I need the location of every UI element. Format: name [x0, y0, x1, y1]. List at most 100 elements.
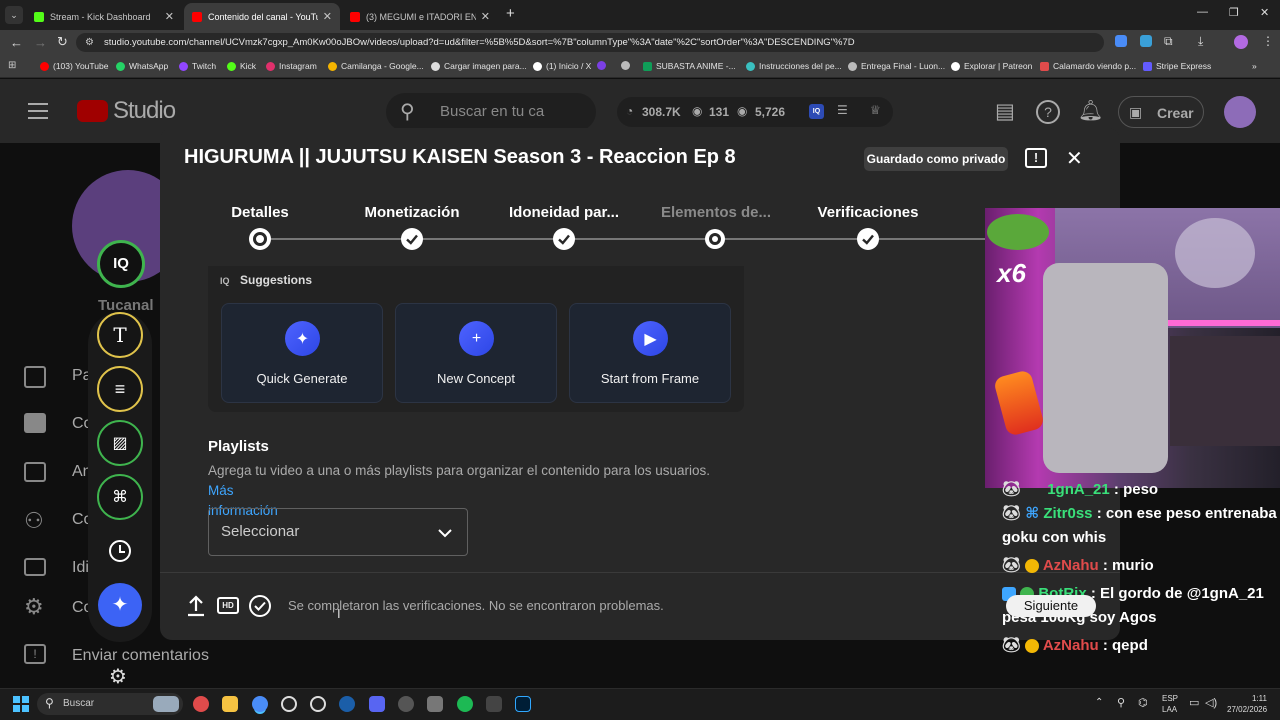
step-done-check-icon[interactable] — [401, 228, 423, 250]
bookmark-item[interactable]: Twitch — [179, 61, 216, 71]
language-code[interactable]: ESP — [1162, 694, 1178, 703]
tab-youtube-studio[interactable]: Contenido del canal - YouTube ✕ — [184, 3, 340, 30]
vidiq-logo-button[interactable]: IQ — [97, 240, 145, 288]
minimize-icon[interactable]: — — [1197, 6, 1208, 18]
step-checks[interactable]: Verificaciones — [812, 204, 924, 221]
add-comment-icon[interactable]: ▤ — [995, 99, 1015, 124]
step-pending-indicator[interactable] — [705, 229, 725, 249]
start-from-frame-button[interactable]: ▶︎ Start from Frame — [569, 303, 731, 403]
chrome-icon[interactable] — [252, 696, 268, 712]
step-done-check-icon[interactable] — [857, 228, 879, 250]
obs-icon[interactable] — [281, 696, 297, 712]
keyboard-layout[interactable]: LAA — [1162, 705, 1177, 714]
volume-icon[interactable]: ◁) — [1205, 696, 1217, 709]
upload-icon[interactable] — [186, 594, 206, 618]
new-tab-button[interactable]: + — [506, 5, 515, 22]
ai-sparkle-button[interactable]: ✦ — [98, 583, 142, 627]
tags-tool-button[interactable]: ⌘ — [97, 474, 143, 520]
bookmark-item[interactable]: (1) Inicio / X — [533, 61, 591, 71]
forward-icon[interactable]: → — [34, 35, 47, 50]
close-tab-icon[interactable]: ✕ — [323, 10, 332, 23]
extension-icon[interactable] — [1140, 35, 1152, 47]
analytics-icon[interactable] — [24, 462, 46, 482]
profile-avatar[interactable] — [1234, 35, 1248, 49]
close-tab-icon[interactable]: ✕ — [165, 10, 174, 23]
checks-complete-icon[interactable] — [249, 595, 271, 617]
subtitles-icon[interactable] — [24, 558, 46, 576]
microphone-tray-icon[interactable]: ⚲ — [1117, 696, 1125, 709]
url-field[interactable]: ⚙ studio.youtube.com/channel/UCVmzk7cgxp… — [76, 33, 1104, 52]
playlist-select[interactable]: Seleccionar — [208, 508, 468, 556]
feedback-icon[interactable]: ! — [24, 644, 46, 664]
vidiq-badge-icon[interactable]: IQ — [809, 104, 824, 119]
extensions-puzzle-icon[interactable]: ⧉ — [1164, 34, 1173, 49]
extension-icon[interactable] — [1115, 35, 1127, 47]
vidiq-settings-icon[interactable]: ⚙ — [109, 664, 127, 689]
title-tool-button[interactable]: T — [97, 312, 143, 358]
bookmark-item[interactable]: (103) YouTube — [40, 61, 108, 71]
bookmark-item[interactable]: Stripe Express — [1143, 61, 1211, 71]
hd-icon[interactable]: HD — [217, 597, 239, 614]
site-info-icon[interactable]: ⚙ — [85, 33, 94, 52]
windows-start-icon[interactable] — [13, 696, 29, 712]
next-button[interactable]: Siguiente — [1006, 595, 1096, 617]
step-monetization[interactable]: Monetización — [360, 204, 464, 221]
clock-date[interactable]: 27/02/2026 — [1227, 705, 1267, 714]
obs-icon[interactable] — [310, 696, 326, 712]
step-suitability[interactable]: Idoneidad par... — [506, 204, 622, 221]
community-icon[interactable]: ⚇ — [24, 508, 44, 534]
reload-icon[interactable]: ↻ — [57, 34, 68, 50]
quick-generate-button[interactable]: ✦ Quick Generate — [221, 303, 383, 403]
bookmark-item[interactable]: Camilanga - Google... — [328, 61, 424, 71]
bookmark-item[interactable]: Calamardo viendo p... — [1040, 61, 1136, 71]
taskbar-app-icon[interactable] — [193, 696, 209, 712]
tray-overflow-icon[interactable]: ⌃ — [1095, 697, 1103, 708]
spotify-icon[interactable] — [457, 696, 473, 712]
taskbar-app-icon[interactable] — [398, 696, 414, 712]
close-tab-icon[interactable]: ✕ — [481, 10, 490, 23]
restore-icon[interactable]: ❐ — [1229, 6, 1239, 19]
bookmark-item[interactable]: Entrega Final - Luon... — [848, 61, 945, 71]
bookmark-item[interactable]: Kick — [227, 61, 256, 71]
thumbnail-tool-button[interactable]: ▨ — [97, 420, 143, 466]
trophy-icon[interactable]: ♕ — [870, 103, 881, 117]
studio-search-box[interactable]: ⚲ Buscar en tu ca — [386, 93, 596, 131]
tab-youtube-video[interactable]: (3) MEGUMI e ITADORI ENTRAN ✕ — [342, 3, 498, 30]
nav-subtitles[interactable]: Idi — [72, 559, 89, 577]
list-icon[interactable]: ☰ — [837, 103, 848, 117]
dashboard-icon[interactable] — [24, 366, 46, 388]
report-icon[interactable]: ! — [1025, 148, 1047, 168]
discord-icon[interactable] — [369, 696, 385, 712]
tray-icon[interactable]: ⌬ — [1138, 696, 1148, 709]
create-button[interactable]: ▣ Crear — [1118, 96, 1204, 128]
settings-icon[interactable]: ⚙ — [24, 594, 44, 620]
hamburger-menu-icon[interactable] — [28, 103, 48, 119]
bookmark-item[interactable]: WhatsApp — [116, 61, 168, 71]
tab-kick-dashboard[interactable]: Stream - Kick Dashboard ✕ — [26, 3, 182, 30]
browser-menu-icon[interactable]: ⋮ — [1262, 34, 1274, 48]
bookmark-item[interactable]: Instrucciones del pe... — [746, 61, 842, 71]
nav-feedback[interactable]: Enviar comentarios — [72, 647, 209, 665]
photoshop-icon[interactable] — [515, 696, 531, 712]
apps-grid-icon[interactable]: ⊞ — [8, 60, 16, 71]
step-details[interactable]: Detalles — [226, 204, 294, 221]
download-icon[interactable]: ⤓ — [1198, 34, 1203, 49]
taskbar-search-box[interactable]: ⚲ Buscar — [37, 693, 183, 715]
step-done-check-icon[interactable] — [553, 228, 575, 250]
close-dialog-icon[interactable]: ✕ — [1066, 146, 1083, 171]
notifications-icon[interactable]: 🔔︎ — [1078, 98, 1103, 123]
learn-more-link[interactable]: Más — [208, 483, 234, 498]
step-elements[interactable]: Elementos de... — [658, 204, 774, 221]
network-icon[interactable]: ▭ — [1189, 696, 1199, 709]
close-window-icon[interactable]: ✕ — [1260, 6, 1269, 19]
bookmark-item[interactable]: SUBASTA ANIME -... — [643, 61, 736, 71]
new-concept-button[interactable]: + New Concept — [395, 303, 557, 403]
content-icon[interactable] — [24, 413, 46, 433]
bookmark-item[interactable]: Cargar imagen para... — [431, 61, 527, 71]
bookmark-item[interactable]: Instagram — [266, 61, 317, 71]
help-icon[interactable]: ? — [1036, 100, 1060, 124]
description-tool-button[interactable]: ≡ — [97, 366, 143, 412]
bookmark-item[interactable] — [621, 61, 634, 70]
taskbar-app-icon[interactable] — [486, 696, 502, 712]
back-icon[interactable]: ← — [10, 35, 23, 50]
